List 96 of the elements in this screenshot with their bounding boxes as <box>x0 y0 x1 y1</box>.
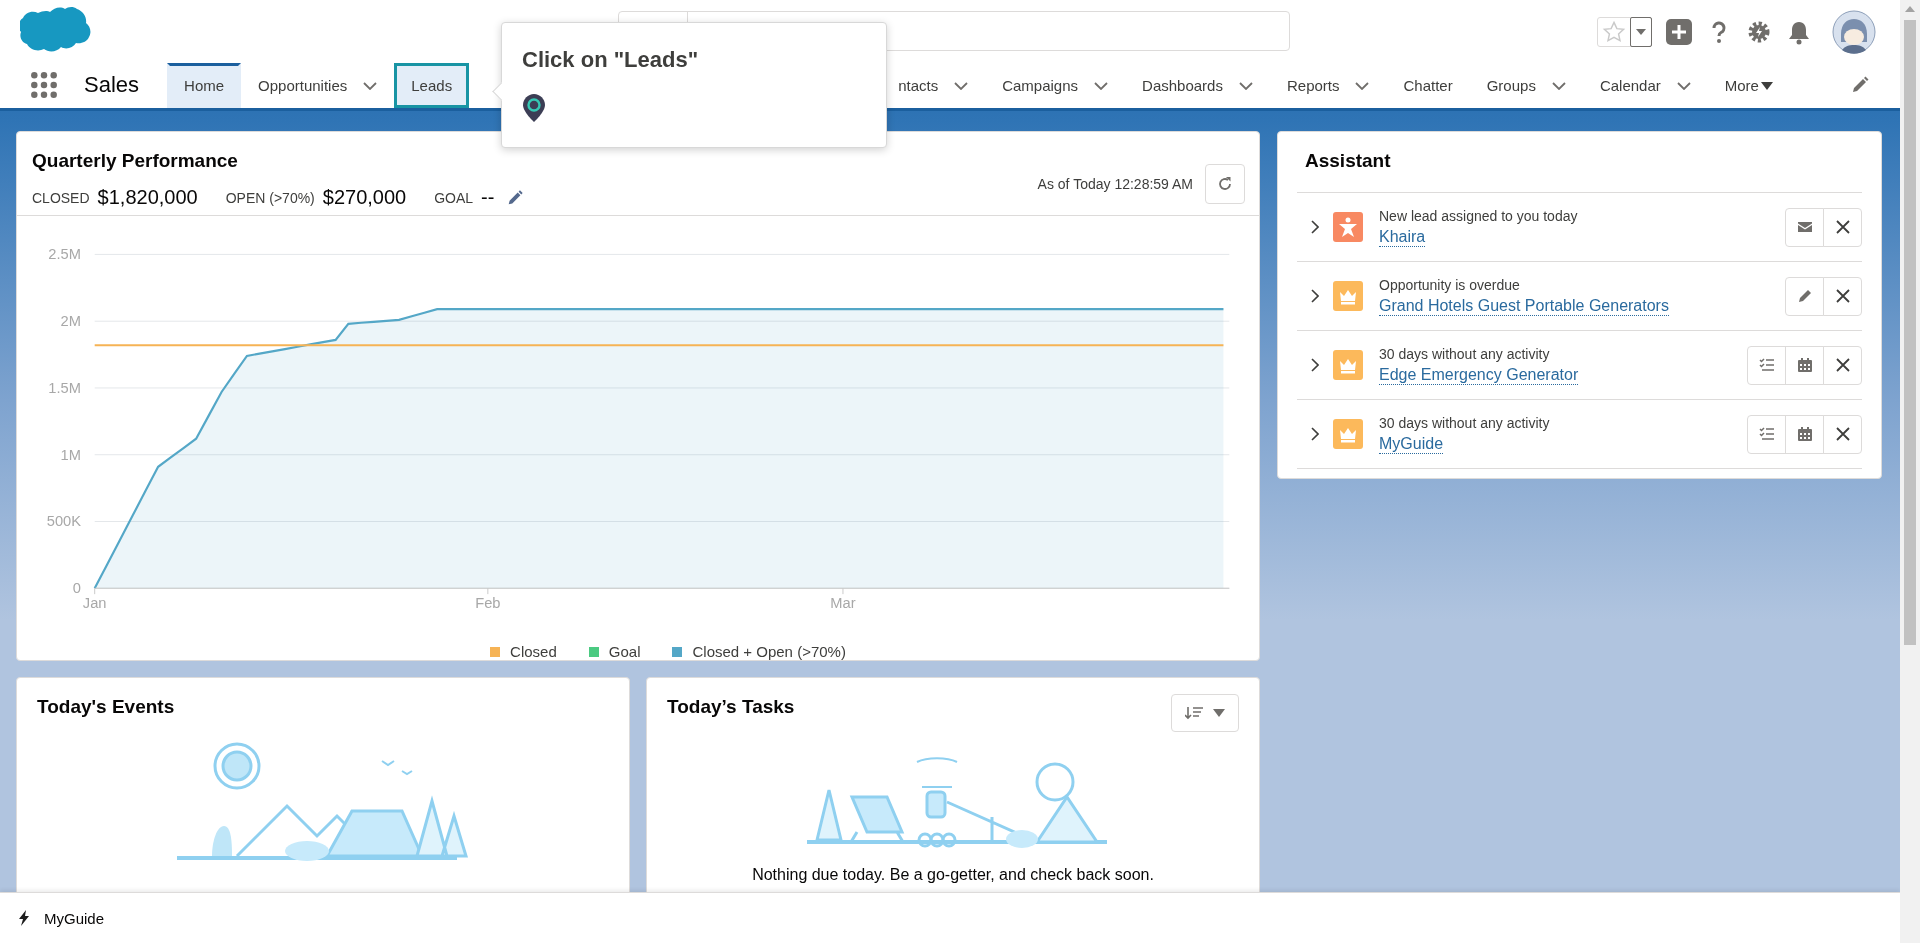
chevron-down-icon[interactable] <box>1551 81 1566 90</box>
close-icon[interactable] <box>1834 426 1851 442</box>
refresh-icon[interactable] <box>1217 176 1233 192</box>
calendar-icon[interactable] <box>1796 357 1813 373</box>
x-axis-label: Feb <box>475 594 501 611</box>
expand-chevron-icon[interactable] <box>1311 358 1319 372</box>
edit-nav-icon[interactable] <box>1850 75 1870 95</box>
nav-tab[interactable]: Reports <box>1269 63 1387 108</box>
record-link[interactable]: MyGuide <box>1379 434 1444 454</box>
timestamp: As of Today 12:28:59 AM <box>1037 176 1193 192</box>
lightning-icon <box>18 910 30 926</box>
task-button[interactable] <box>1747 414 1786 454</box>
legend-label: Closed <box>510 643 557 660</box>
y-axis-label: 1.5M <box>48 379 81 396</box>
record-link[interactable]: Khaira <box>1379 227 1426 247</box>
sort-icon[interactable] <box>1185 706 1203 720</box>
event-button[interactable] <box>1785 414 1824 454</box>
star-icon[interactable] <box>1602 20 1626 44</box>
email-button[interactable] <box>1785 207 1824 247</box>
y-axis-label: 2.5M <box>48 246 81 263</box>
refresh-button[interactable] <box>1205 164 1245 204</box>
chevron-down-icon[interactable] <box>1094 81 1109 90</box>
close-button[interactable] <box>1823 276 1862 316</box>
record-link[interactable]: Edge Emergency Generator <box>1379 365 1579 385</box>
y-axis-label: 1M <box>60 446 81 463</box>
empty-state-message: Nothing due today. Be a go-getter, and check back soon. <box>751 866 1155 884</box>
record-link[interactable]: Grand Hotels Guest Portable Generators <box>1379 296 1669 316</box>
metric-label: CLOSED <box>32 189 90 206</box>
nav-tab[interactable]: Groups <box>1469 63 1583 108</box>
edit-button[interactable] <box>1785 276 1824 316</box>
expand-chevron-icon[interactable] <box>1311 427 1319 441</box>
task-button[interactable] <box>1747 345 1786 385</box>
nav-tab[interactable]: ntacts <box>881 63 986 108</box>
close-icon[interactable] <box>1834 219 1851 235</box>
nav-tab[interactable]: Opportunities <box>241 63 395 108</box>
nav-tab[interactable]: Home <box>167 63 242 108</box>
chevron-down-icon[interactable] <box>1676 81 1691 90</box>
settings-icon[interactable] <box>1746 19 1772 45</box>
edit-icon[interactable] <box>506 188 525 207</box>
nav-tab[interactable]: Campaigns <box>985 63 1126 108</box>
assistant-message: Opportunity is overdue <box>1379 276 1521 293</box>
metric-label: OPEN (>70%) <box>225 189 315 206</box>
assistant-message: 30 days without any activity <box>1379 345 1551 362</box>
chevron-down-icon[interactable] <box>954 81 969 90</box>
metric-value: $270,000 <box>322 186 407 209</box>
close-button[interactable] <box>1823 207 1862 247</box>
close-button[interactable] <box>1823 345 1862 385</box>
nav-tab[interactable]: Leads <box>394 63 470 108</box>
card-title: Today's Events <box>36 695 176 719</box>
pencil-icon[interactable] <box>1796 288 1813 304</box>
close-button[interactable] <box>1823 414 1862 454</box>
chevron-down-icon[interactable] <box>363 81 378 90</box>
avatar[interactable] <box>1832 10 1876 54</box>
envelope-icon[interactable] <box>1796 219 1813 235</box>
y-axis-label: 2M <box>60 313 81 330</box>
checklist-icon[interactable] <box>1758 357 1775 373</box>
close-icon[interactable] <box>1834 288 1851 304</box>
card-title: Quarterly Performance <box>32 150 239 172</box>
nav-tab[interactable]: Dashboards <box>1125 63 1270 108</box>
legend-label: Closed + Open (>70%) <box>692 643 846 660</box>
chevron-down-icon[interactable] <box>1238 81 1253 90</box>
x-axis-label: Mar <box>830 594 856 611</box>
add-icon[interactable] <box>1666 19 1692 45</box>
app-launcher-icon[interactable] <box>30 71 58 99</box>
sort-button[interactable] <box>1171 694 1239 732</box>
y-axis-label: 500K <box>46 513 81 530</box>
utility-item[interactable]: MyGuide <box>44 909 105 927</box>
x-axis-label: Jan <box>82 594 107 611</box>
expand-chevron-icon[interactable] <box>1311 289 1319 303</box>
y-axis-label: 0 <box>72 580 81 597</box>
assistant-message: New lead assigned to you today <box>1379 207 1578 224</box>
nav-tab[interactable]: More <box>1707 63 1790 108</box>
assistant-message: 30 days without any activity <box>1379 414 1550 431</box>
metric-label: GOAL <box>434 189 474 206</box>
calendar-icon[interactable] <box>1796 426 1813 442</box>
nav-tab[interactable]: Chatter <box>1386 63 1470 108</box>
chevron-down-icon[interactable] <box>1355 81 1370 90</box>
event-button[interactable] <box>1785 345 1824 385</box>
app-name: Sales <box>84 72 140 99</box>
nav-tab[interactable]: Calendar <box>1582 63 1708 108</box>
notifications-icon[interactable] <box>1786 19 1812 45</box>
caret-down-icon[interactable] <box>1213 709 1225 717</box>
tooltip-title: Click on "Leads" <box>522 47 700 73</box>
expand-chevron-icon[interactable] <box>1311 220 1319 234</box>
caret-down-icon[interactable] <box>1760 81 1773 90</box>
card-title: Today’s Tasks <box>667 696 795 719</box>
metric-value: -- <box>481 186 495 209</box>
checklist-icon[interactable] <box>1758 426 1775 442</box>
caret-down-icon[interactable] <box>1636 29 1646 35</box>
metric-value: $1,820,000 <box>97 186 198 209</box>
close-icon[interactable] <box>1834 357 1851 373</box>
scrollbar[interactable] <box>1900 0 1920 943</box>
map-pin-icon <box>522 93 546 123</box>
favorites-button[interactable] <box>1597 17 1652 47</box>
legend-label: Goal <box>608 643 641 660</box>
card-title: Assistant <box>1297 132 1862 193</box>
